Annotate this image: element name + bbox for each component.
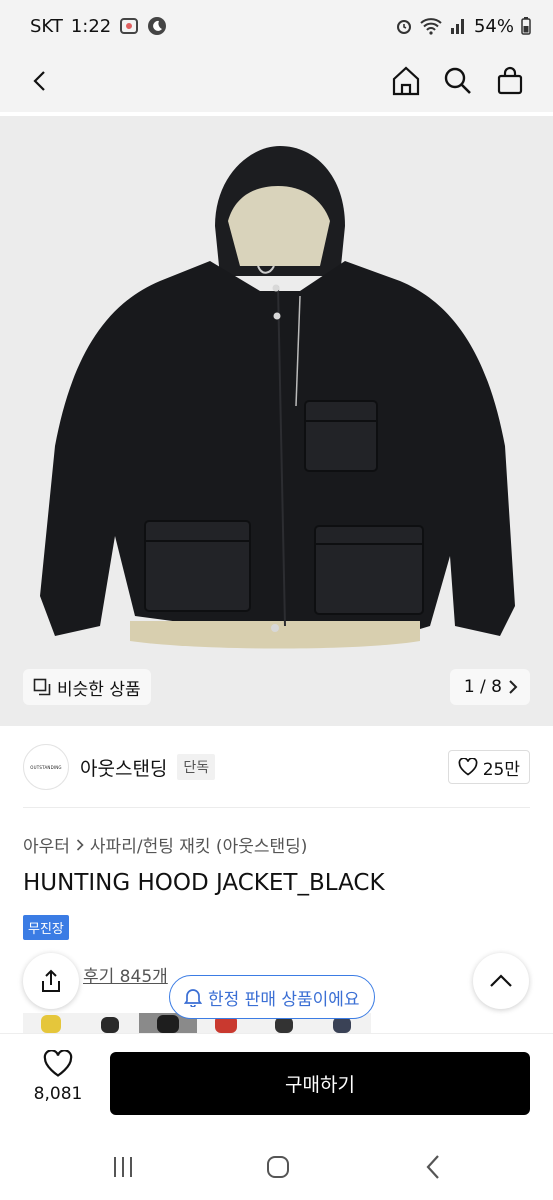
copy-icon <box>33 678 51 696</box>
product-title: HUNTING HOOD JACKET_BLACK <box>23 870 385 896</box>
brand-name[interactable]: 아웃스탠딩 <box>80 754 167 781</box>
breadcrumb-item[interactable]: 아우터 <box>23 832 70 857</box>
home-circle-icon <box>267 1156 289 1178</box>
product-image-carousel[interactable]: 비슷한 상품 1 / 8 <box>0 116 553 726</box>
image-page-indicator[interactable]: 1 / 8 <box>449 669 530 705</box>
brand-like-button[interactable]: 25만 <box>447 750 530 784</box>
jacket-image <box>40 146 515 649</box>
similar-products-label: 비슷한 상품 <box>57 679 141 700</box>
moon-icon <box>147 16 167 36</box>
brand-logo[interactable]: OUTSTANDING <box>23 744 69 790</box>
chevron-up-icon <box>490 974 512 987</box>
chevron-right-icon <box>76 838 84 851</box>
brand-logo-text: OUTSTANDING <box>30 764 62 770</box>
home-nav-button[interactable] <box>258 1151 298 1183</box>
limited-sale-label: 한정 판매 상품이에요 <box>208 989 360 1010</box>
scroll-to-top-button[interactable] <box>473 953 529 1009</box>
limited-sale-notice[interactable]: 한정 판매 상품이에요 <box>169 975 375 1019</box>
similar-products-button[interactable]: 비슷한 상품 <box>23 669 151 705</box>
signal-icon <box>449 17 467 35</box>
shipping-badge: 무진장 <box>23 915 69 940</box>
recent-apps-button[interactable] <box>103 1151 143 1183</box>
page-indicator-label: 1 / 8 <box>463 677 502 697</box>
back-nav-button[interactable] <box>413 1151 453 1183</box>
status-bar: SKT 1:22 54% <box>0 0 553 52</box>
battery-icon <box>521 17 531 35</box>
heart-icon <box>458 758 478 776</box>
breadcrumb: 아우터 사파리/헌팅 재킷 (아웃스탠딩) <box>23 832 307 857</box>
wifi-icon <box>420 17 442 35</box>
wishlist-count: 8,081 <box>33 1084 83 1104</box>
share-button[interactable] <box>23 953 79 1009</box>
review-thumbnail[interactable] <box>23 1013 81 1033</box>
brand-row: OUTSTANDING 아웃스탠딩 단독 25만 <box>23 742 530 792</box>
breadcrumb-item[interactable]: 사파리/헌팅 재킷 (아웃스탠딩) <box>90 832 307 857</box>
wishlist-button[interactable]: 8,081 <box>28 1050 88 1130</box>
brand-like-count: 25만 <box>482 759 520 780</box>
top-header <box>0 52 553 112</box>
alarm-icon <box>395 17 413 35</box>
share-icon <box>42 969 60 992</box>
purchase-bar: 8,081 구매하기 <box>0 1033 553 1133</box>
photo-icon <box>119 16 139 36</box>
chevron-right-icon <box>509 680 518 694</box>
heart-icon <box>43 1050 73 1077</box>
carrier-label: SKT <box>30 15 63 37</box>
review-thumbnail[interactable] <box>81 1013 139 1033</box>
back-button[interactable] <box>20 60 62 102</box>
divider <box>23 807 530 808</box>
recent-apps-icon <box>114 1157 132 1177</box>
battery-label: 54% <box>473 15 514 37</box>
buy-button[interactable]: 구매하기 <box>110 1052 530 1115</box>
reviews-link[interactable]: 후기 845개 <box>83 962 168 987</box>
shopping-bag-icon <box>497 66 523 95</box>
search-icon <box>444 67 471 94</box>
system-nav-bar <box>0 1133 553 1200</box>
home-button[interactable] <box>385 60 427 102</box>
exclusive-badge: 단독 <box>177 754 216 780</box>
time-label: 1:22 <box>70 15 112 37</box>
back-nav-icon <box>426 1155 439 1179</box>
bell-icon <box>184 989 202 1007</box>
cart-button[interactable] <box>489 60 531 102</box>
back-icon <box>33 71 45 91</box>
search-button[interactable] <box>437 60 479 102</box>
home-icon <box>392 66 420 96</box>
